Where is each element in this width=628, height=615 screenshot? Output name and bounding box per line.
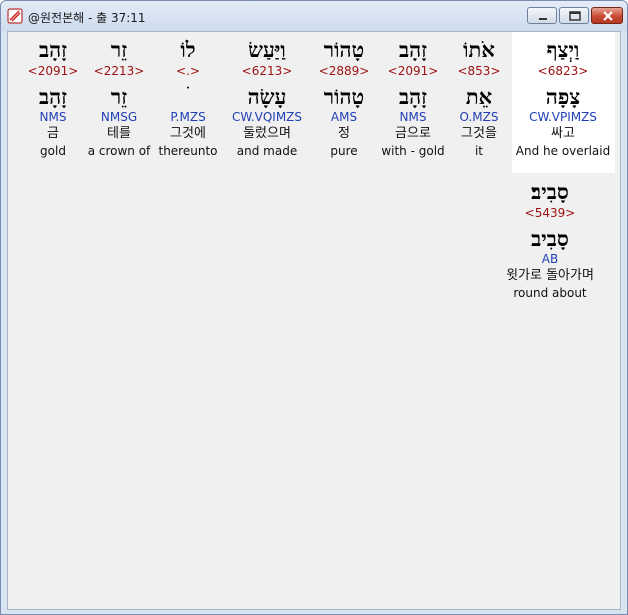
strong-number[interactable]: <.> (153, 63, 223, 80)
hebrew-word: לוֹ (180, 37, 196, 62)
restore-icon (569, 11, 581, 21)
hebrew-root: זָהָב (38, 84, 68, 109)
english-gloss: pure (330, 144, 358, 158)
hebrew-root: אֵת (465, 84, 493, 109)
english-gloss: it (474, 144, 484, 158)
morphology-code[interactable]: P.MZS (153, 109, 223, 125)
word-column[interactable]: וַיְצַף <6823> צָפָה CW.VPIMZS 싸고 And he… (513, 32, 613, 159)
word-column[interactable]: וַיַּעַשׂ <6213> עָשָׂה CW.VQIMZS 둘렀으며 a… (222, 32, 312, 159)
korean-gloss: 윗가로 돌아가며 (506, 268, 594, 283)
strong-number[interactable]: <5439> (480, 205, 620, 222)
hebrew-word: טָהוֹר (323, 37, 365, 62)
korean-gloss: 테를 (107, 126, 131, 141)
word-column[interactable]: זָהָב <2091> זָהָב NMS 금으로 with - gold (378, 32, 448, 159)
strong-number[interactable]: <2091> (22, 63, 84, 80)
english-gloss: And he overlaid (515, 144, 611, 158)
hebrew-word: זָהָב (38, 37, 68, 62)
morphology-code[interactable]: NMS (378, 109, 448, 125)
korean-gloss: 금 (47, 126, 59, 141)
hebrew-root: טָהוֹר (323, 84, 365, 109)
hebrew-root: סָבִיב (531, 226, 569, 251)
english-gloss: gold (40, 144, 66, 158)
morphology-code[interactable]: AB (480, 251, 620, 267)
hebrew-word: זָהָב (398, 37, 428, 62)
word-column[interactable]: זָהָב <2091> זָהָב NMS 금 gold (22, 32, 84, 159)
hebrew-root: צָפָה (545, 84, 581, 109)
window-title: @원전본해 - 출 37:11 (28, 11, 146, 25)
morphology-code[interactable]: NMS (22, 109, 84, 125)
morphology-code[interactable]: NMSG (82, 109, 156, 125)
english-gloss: and made (236, 144, 298, 158)
hebrew-word: וַיְצַף (546, 37, 580, 62)
korean-gloss: 금으로 (395, 126, 431, 141)
word-column[interactable]: אֹתוֹ <853> אֵת O.MZS 그것을 it (444, 32, 514, 159)
english-gloss: round about (513, 286, 587, 300)
morphology-code[interactable]: CW.VQIMZS (222, 109, 312, 125)
word-column[interactable]: לוֹ <.> ׄ P.MZS 그것에 thereunto (153, 32, 223, 159)
hebrew-word: וַיַּעַשׂ (248, 37, 286, 62)
word-column[interactable]: טָהוֹר <2889> טָהוֹר AMS 정 pure (309, 32, 379, 159)
close-button[interactable] (591, 7, 623, 24)
main-window: @원전본해 - 출 37:11 וַיְצַף <6823> צָפָה CW.… (0, 0, 628, 615)
korean-gloss: 그것에 (170, 126, 206, 141)
maximize-button[interactable] (559, 7, 589, 24)
korean-gloss: 둘렀으며 (243, 126, 291, 141)
title-bar[interactable]: @원전본해 - 출 37:11 (1, 1, 627, 31)
hebrew-root: זָהָב (398, 84, 428, 109)
word-column[interactable]: סָבִיב׃ <5439> סָבִיב AB 윗가로 돌아가며 round … (480, 174, 620, 301)
word-column[interactable]: זֵר <2213> זֵר NMSG 테를 a crown of (82, 32, 156, 159)
strong-number[interactable]: <6213> (222, 63, 312, 80)
morphology-code[interactable]: O.MZS (444, 109, 514, 125)
app-icon[interactable] (7, 8, 23, 24)
english-gloss: thereunto (158, 144, 218, 158)
strong-number[interactable]: <2889> (309, 63, 379, 80)
close-icon (603, 11, 613, 21)
strong-number[interactable]: <853> (444, 63, 514, 80)
korean-gloss: 싸고 (551, 126, 575, 141)
strong-number[interactable]: <2213> (82, 63, 156, 80)
hebrew-word: סָבִיב׃ (531, 179, 569, 204)
strong-number[interactable]: <2091> (378, 63, 448, 80)
hebrew-root: ׄ (153, 84, 223, 110)
verse-view[interactable]: וַיְצַף <6823> צָפָה CW.VPIMZS 싸고 And he… (7, 31, 621, 610)
morphology-code[interactable]: CW.VPIMZS (513, 109, 613, 125)
hebrew-word: זֵר (110, 37, 128, 62)
minimize-icon (539, 18, 547, 20)
hebrew-word: אֹתוֹ (463, 37, 495, 62)
hebrew-root: זֵר (110, 84, 128, 109)
english-gloss: with - gold (381, 144, 445, 158)
minimize-button[interactable] (527, 7, 557, 24)
english-gloss: a crown of (87, 144, 151, 158)
hebrew-root: עָשָׂה (247, 84, 287, 109)
strong-number[interactable]: <6823> (513, 63, 613, 80)
morphology-code[interactable]: AMS (309, 109, 379, 125)
korean-gloss: 정 (338, 126, 350, 141)
korean-gloss: 그것을 (461, 126, 497, 141)
